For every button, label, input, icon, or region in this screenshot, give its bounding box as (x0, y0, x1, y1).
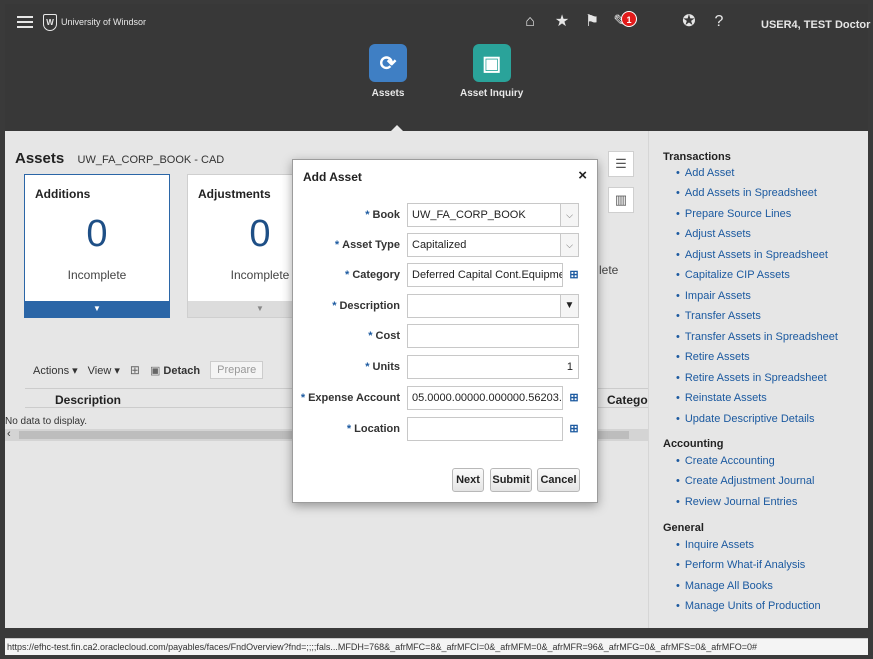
card-title: Additions (35, 187, 91, 201)
task-link[interactable]: Adjust Assets in Spreadsheet (676, 249, 828, 261)
list-view-icon[interactable]: ☰ (608, 151, 634, 177)
section-transactions: Transactions (663, 151, 731, 163)
prepare-button[interactable]: Prepare (210, 361, 264, 379)
column-header-description[interactable]: Description (55, 393, 121, 407)
tasks-panel: Transactions Add Asset Add Assets in Spr… (648, 131, 868, 628)
location-input[interactable] (407, 417, 563, 441)
location-search-icon[interactable]: ⊞ (567, 422, 581, 436)
location-label: * Location (346, 423, 400, 435)
card-label-partial: lete (599, 263, 619, 277)
task-link[interactable]: Review Journal Entries (676, 496, 798, 508)
global-header: W University of Windsor ⌂ ★ ⚑ ✎ 1 ✪ ? US… (5, 4, 873, 136)
task-link[interactable]: Transfer Assets (676, 310, 761, 322)
close-icon[interactable]: × (578, 167, 587, 184)
category-label: * Category (345, 269, 400, 281)
next-button[interactable]: Next (452, 468, 484, 492)
app-tile-label: Assets (371, 88, 405, 99)
asset-type-select[interactable]: Capitalized ⌵ (407, 233, 579, 257)
task-link[interactable]: Impair Assets (676, 290, 751, 302)
task-link[interactable]: Create Adjustment Journal (676, 475, 815, 487)
card-label: Incomplete (67, 268, 127, 282)
user-menu[interactable]: USER4, TEST Doctor ▾ (761, 18, 873, 31)
units-input[interactable]: 1 (407, 355, 579, 379)
section-accounting: Accounting (663, 438, 724, 450)
task-link[interactable]: Update Descriptive Details (676, 413, 815, 425)
actions-menu[interactable]: Actions ▾ (33, 364, 78, 377)
additions-card[interactable]: Additions 0 Incomplete ▼ (24, 174, 170, 318)
chart-view-icon[interactable]: ▥ (608, 187, 634, 213)
freeze-icon[interactable]: ⊞ (130, 363, 140, 377)
task-link[interactable]: Transfer Assets in Spreadsheet (676, 331, 838, 343)
view-menu[interactable]: View ▾ (88, 364, 120, 377)
help-icon[interactable]: ? (708, 11, 730, 33)
cancel-button[interactable]: Cancel (537, 468, 580, 492)
add-asset-dialog: Add Asset × * Book UW_FA_CORP_BOOK ⌵ * Ass… (292, 159, 598, 503)
browser-status-url: https://efhc-test.fin.ca2.oraclecloud.co… (5, 638, 868, 655)
hamburger-menu-icon[interactable] (17, 16, 33, 29)
task-link[interactable]: Inquire Assets (676, 539, 754, 551)
table-toolbar: Actions ▾ View ▾ ⊞ ▣ Detach Prepare (33, 361, 264, 379)
units-label: * Units (365, 361, 400, 373)
book-label: * Book (365, 209, 400, 221)
page-header: Assets UW_FA_CORP_BOOK - CAD (15, 150, 224, 167)
submit-button[interactable]: Submit (490, 468, 532, 492)
card-count: 0 (86, 213, 108, 255)
task-link[interactable]: Manage All Books (676, 580, 773, 592)
caret-down-icon[interactable]: ▼ (560, 295, 578, 317)
column-header-category[interactable]: Catego (607, 393, 648, 407)
task-link[interactable]: Add Assets in Spreadsheet (676, 187, 817, 199)
task-link[interactable]: Prepare Source Lines (676, 208, 791, 220)
task-link[interactable]: Add Asset (676, 167, 735, 179)
home-icon[interactable]: ⌂ (519, 11, 541, 33)
category-input[interactable]: Deferred Capital Cont.Equipme (407, 263, 563, 287)
expense-account-search-icon[interactable]: ⊞ (567, 391, 581, 405)
description-label: * Description (332, 300, 400, 312)
expense-account-input[interactable]: 05.0000.00000.000000.56203. (407, 386, 563, 410)
asset-inquiry-icon: ▣ (472, 44, 511, 82)
task-link[interactable]: Retire Assets in Spreadsheet (676, 372, 827, 384)
task-link[interactable]: Perform What-if Analysis (676, 559, 805, 571)
asset-type-label: * Asset Type (334, 239, 400, 251)
task-link[interactable]: Retire Assets (676, 351, 750, 363)
task-link[interactable]: Capitalize CIP Assets (676, 269, 790, 281)
table-empty-message: No data to display. (5, 416, 88, 427)
logo-text: University of Windsor (61, 17, 147, 27)
cost-input[interactable] (407, 324, 579, 348)
app-tile-assets[interactable]: ⟳ Assets (369, 44, 407, 99)
watchlist-flag-icon[interactable]: ⚑ (581, 11, 603, 33)
favorites-star-icon[interactable]: ★ (551, 11, 573, 33)
notification-count-badge: 1 (621, 11, 637, 27)
dialog-title: Add Asset (303, 170, 362, 184)
scroll-left-icon[interactable]: ‹ (7, 428, 11, 440)
app-tile-label: Asset Inquiry (460, 88, 524, 99)
section-general: General (663, 522, 704, 534)
chevron-down-icon[interactable]: ⌵ (560, 204, 578, 226)
detach-icon: ▣ (149, 364, 161, 377)
assets-icon: ⟳ (369, 44, 407, 82)
logo-shield-icon: W (43, 13, 57, 31)
card-title: Adjustments (198, 187, 271, 201)
task-link[interactable]: Reinstate Assets (676, 392, 767, 404)
task-link[interactable]: Adjust Assets (676, 228, 751, 240)
app-tile-asset-inquiry[interactable]: ▣ Asset Inquiry (460, 44, 523, 99)
description-select[interactable]: ▼ (407, 294, 579, 318)
accessibility-icon[interactable]: ✪ (678, 11, 700, 33)
book-select[interactable]: UW_FA_CORP_BOOK ⌵ (407, 203, 579, 227)
card-expand-icon[interactable]: ▼ (25, 301, 169, 317)
detach-button[interactable]: ▣ Detach (150, 364, 200, 377)
page-subtitle: UW_FA_CORP_BOOK - CAD (77, 154, 225, 166)
expense-account-label: * Expense Account (300, 392, 400, 404)
task-link[interactable]: Create Accounting (676, 455, 775, 467)
task-link[interactable]: Manage Units of Production (676, 600, 821, 612)
category-search-icon[interactable]: ⊞ (567, 268, 581, 282)
chevron-down-icon[interactable]: ⌵ (560, 234, 578, 256)
cost-label: * Cost (368, 330, 400, 342)
page-title: Assets (15, 150, 65, 167)
university-logo[interactable]: W University of Windsor (43, 11, 146, 33)
